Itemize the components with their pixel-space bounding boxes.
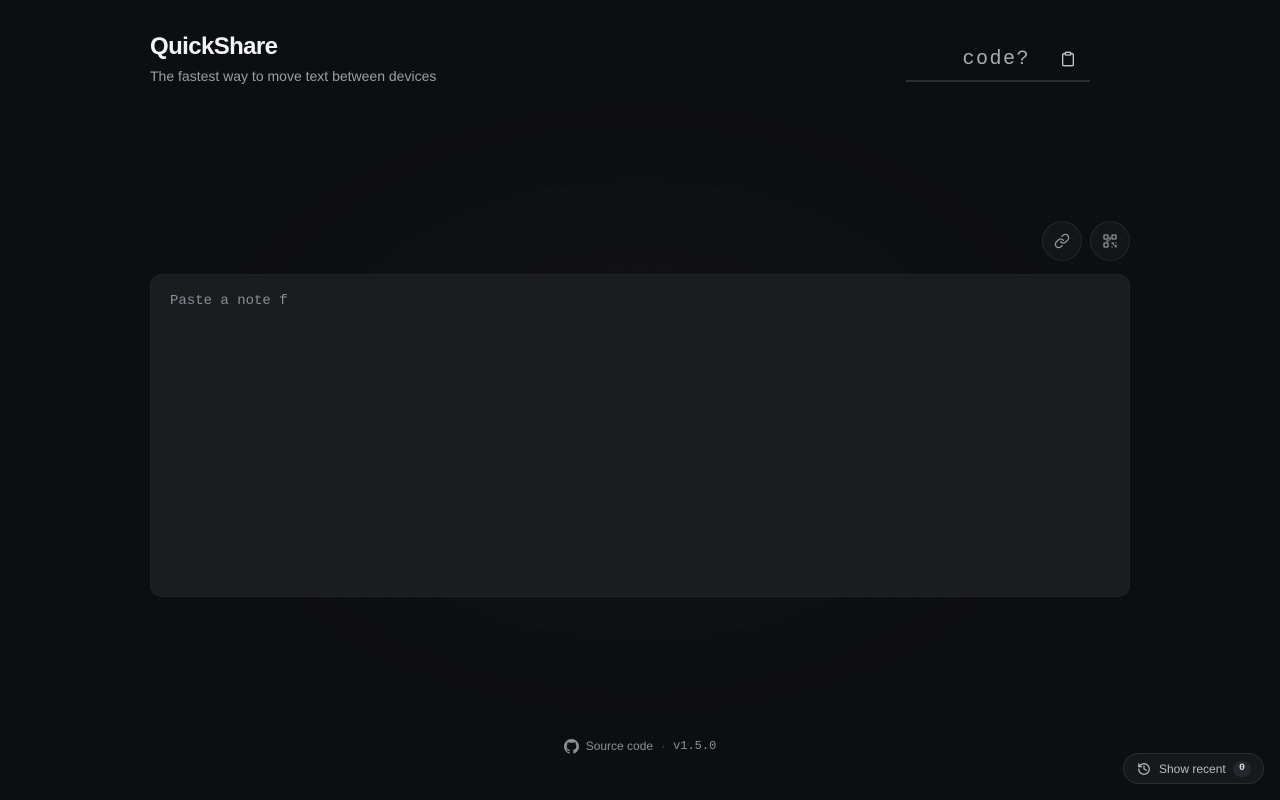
note-textarea[interactable] xyxy=(150,274,1130,597)
show-recent-button[interactable]: Show recent 0 xyxy=(1123,753,1264,784)
github-icon xyxy=(563,738,579,754)
app-header: QuickShare The fastest way to move text … xyxy=(150,32,436,85)
app-subtitle: The fastest way to move text between dev… xyxy=(150,68,437,84)
footer-separator: · xyxy=(661,739,666,753)
history-icon xyxy=(1138,762,1150,775)
qr-code-button[interactable] xyxy=(1090,221,1130,261)
paste-code-button[interactable] xyxy=(1056,48,1080,70)
show-recent-label: Show recent xyxy=(1159,761,1226,776)
clipboard-icon xyxy=(1062,51,1074,67)
recent-count-badge: 0 xyxy=(1233,760,1251,777)
qr-code-icon xyxy=(1103,234,1117,248)
link-icon xyxy=(1054,233,1070,249)
code-input[interactable] xyxy=(906,42,1046,76)
source-code-label: Source code xyxy=(585,739,654,753)
code-entry xyxy=(906,38,1090,82)
source-code-link[interactable]: Source code xyxy=(563,738,654,754)
version-label: v1.5.0 xyxy=(673,739,717,753)
app-title: QuickShare xyxy=(150,33,278,60)
copy-link-button[interactable] xyxy=(1042,221,1082,261)
footer: Source code · v1.5.0 xyxy=(0,736,1280,756)
